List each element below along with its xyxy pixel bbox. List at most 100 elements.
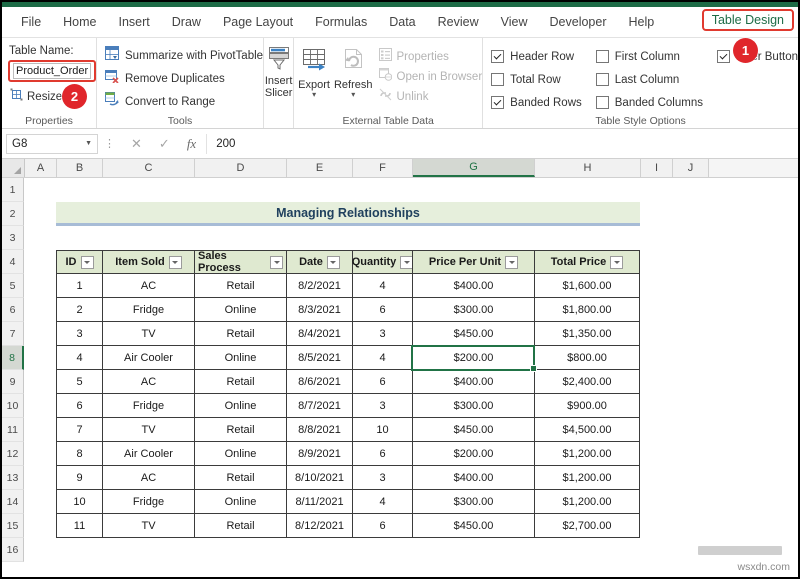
empty-cell[interactable] — [672, 490, 708, 514]
tab-formulas[interactable]: Formulas — [304, 11, 378, 33]
empty-cell[interactable] — [640, 178, 672, 202]
table-column-header-quantity[interactable]: Quantity — [352, 250, 412, 274]
table-cell[interactable]: $900.00 — [534, 394, 640, 418]
refresh-chevron-down-icon[interactable]: ▾ — [351, 91, 355, 99]
checkbox-last-column-box[interactable] — [596, 73, 609, 86]
table-cell[interactable]: Online — [194, 490, 286, 514]
column-header-d[interactable]: D — [195, 159, 287, 177]
row-header-6[interactable]: 6 — [2, 298, 24, 322]
empty-cell[interactable] — [56, 178, 102, 202]
table-cell[interactable]: 6 — [352, 442, 412, 466]
empty-cell[interactable] — [640, 490, 672, 514]
empty-cell[interactable] — [672, 418, 708, 442]
checkbox-filter-button-box[interactable] — [717, 50, 730, 63]
table-cell[interactable]: 3 — [352, 466, 412, 490]
empty-cell[interactable] — [672, 226, 708, 250]
empty-cell[interactable] — [672, 466, 708, 490]
remove-duplicates-button[interactable]: Remove Duplicates — [105, 68, 263, 89]
row-header-13[interactable]: 13 — [2, 466, 24, 490]
empty-cell[interactable] — [102, 538, 194, 562]
convert-to-range-button[interactable]: Convert to Range — [105, 91, 263, 112]
checkbox-total-row[interactable]: Total Row — [491, 69, 582, 90]
row-header-3[interactable]: 3 — [2, 226, 24, 250]
table-cell[interactable]: Fridge — [102, 298, 194, 322]
checkbox-first-column[interactable]: First Column — [596, 46, 703, 67]
empty-cell[interactable] — [412, 178, 534, 202]
table-column-header-total-price[interactable]: Total Price — [534, 250, 640, 274]
formula-input[interactable]: 200 — [206, 134, 794, 154]
checkbox-last-column[interactable]: Last Column — [596, 69, 703, 90]
table-cell[interactable]: 8/2/2021 — [286, 274, 352, 298]
table-cell[interactable]: $300.00 — [412, 298, 534, 322]
filter-dropdown-icon[interactable] — [169, 256, 182, 269]
empty-cell[interactable] — [56, 538, 102, 562]
tab-developer[interactable]: Developer — [539, 11, 618, 33]
row-header-7[interactable]: 7 — [2, 322, 24, 346]
empty-cell[interactable] — [672, 394, 708, 418]
table-column-header-date[interactable]: Date — [286, 250, 352, 274]
name-box[interactable]: G8 ▼ — [6, 134, 98, 154]
empty-cell[interactable] — [672, 322, 708, 346]
empty-cell[interactable] — [24, 274, 56, 298]
table-cell[interactable]: $300.00 — [412, 394, 534, 418]
empty-cell[interactable] — [412, 226, 534, 250]
empty-cell[interactable] — [640, 418, 672, 442]
column-header-f[interactable]: F — [353, 159, 413, 177]
summarize-with-pivottable-button[interactable]: Summarize with PivotTable — [105, 45, 263, 66]
empty-cell[interactable] — [640, 514, 672, 538]
empty-cell[interactable] — [640, 346, 672, 370]
empty-cell[interactable] — [24, 346, 56, 370]
empty-cell[interactable] — [672, 178, 708, 202]
table-cell[interactable]: $300.00 — [412, 490, 534, 514]
table-cell[interactable]: 8/10/2021 — [286, 466, 352, 490]
empty-cell[interactable] — [672, 298, 708, 322]
empty-cell[interactable] — [24, 466, 56, 490]
table-cell[interactable]: 8 — [56, 442, 102, 466]
horizontal-scrollbar[interactable] — [698, 546, 782, 555]
table-cell[interactable]: AC — [102, 370, 194, 394]
table-cell[interactable]: $2,400.00 — [534, 370, 640, 394]
table-cell[interactable]: 3 — [352, 322, 412, 346]
table-cell[interactable]: 6 — [352, 298, 412, 322]
filter-dropdown-icon[interactable] — [327, 256, 340, 269]
tab-file[interactable]: File — [10, 11, 52, 33]
empty-cell[interactable] — [640, 466, 672, 490]
table-cell[interactable]: Online — [194, 298, 286, 322]
empty-cell[interactable] — [102, 226, 194, 250]
table-cell[interactable]: 2 — [56, 298, 102, 322]
checkbox-first-column-box[interactable] — [596, 50, 609, 63]
row-header-2[interactable]: 2 — [2, 202, 24, 226]
table-cell[interactable]: $800.00 — [534, 346, 640, 370]
empty-cell[interactable] — [24, 250, 56, 274]
empty-cell[interactable] — [24, 202, 56, 226]
table-cell[interactable]: $200.00 — [412, 346, 534, 370]
table-cell[interactable]: TV — [102, 322, 194, 346]
table-cell[interactable]: 10 — [56, 490, 102, 514]
table-cell[interactable]: 8/7/2021 — [286, 394, 352, 418]
checkbox-header-row-box[interactable] — [491, 50, 504, 63]
table-cell[interactable]: 1 — [56, 274, 102, 298]
row-header-15[interactable]: 15 — [2, 514, 24, 538]
tab-help[interactable]: Help — [618, 11, 666, 33]
table-cell[interactable]: $450.00 — [412, 418, 534, 442]
empty-cell[interactable] — [194, 226, 286, 250]
table-cell[interactable]: 6 — [352, 370, 412, 394]
empty-cell[interactable] — [672, 202, 708, 226]
empty-cell[interactable] — [286, 226, 352, 250]
empty-cell[interactable] — [24, 538, 56, 562]
empty-cell[interactable] — [672, 346, 708, 370]
table-cell[interactable]: Online — [194, 394, 286, 418]
table-cell[interactable]: Retail — [194, 418, 286, 442]
table-cell[interactable]: Fridge — [102, 490, 194, 514]
empty-cell[interactable] — [640, 298, 672, 322]
table-cell[interactable]: 4 — [56, 346, 102, 370]
row-header-8[interactable]: 8 — [2, 346, 24, 370]
table-cell[interactable]: $450.00 — [412, 322, 534, 346]
table-cell[interactable]: 6 — [352, 514, 412, 538]
table-cell[interactable]: AC — [102, 466, 194, 490]
table-cell[interactable]: $1,200.00 — [534, 442, 640, 466]
empty-cell[interactable] — [352, 538, 412, 562]
empty-cell[interactable] — [412, 538, 534, 562]
empty-cell[interactable] — [672, 514, 708, 538]
column-header-h[interactable]: H — [535, 159, 641, 177]
